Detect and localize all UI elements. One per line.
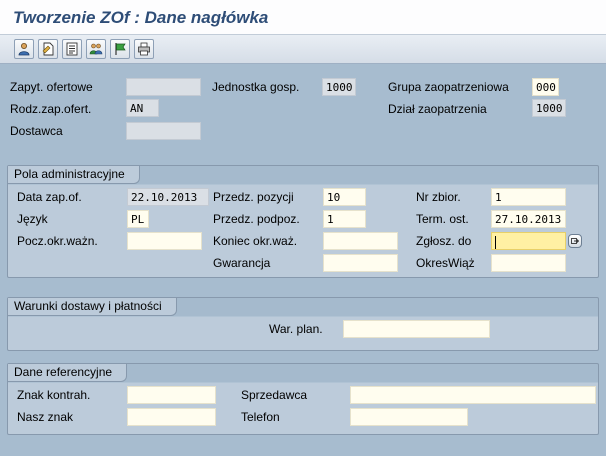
phone-label: Telefon: [241, 410, 280, 424]
validity-start-label: Pocz.okr.ważn.: [17, 234, 98, 248]
rfq-type-label: Rodz.zap.ofert.: [10, 102, 92, 116]
our-ref-label: Nasz znak: [17, 410, 74, 424]
application-toolbar: [0, 35, 606, 64]
title-bar: Tworzenie ZOf : Dane nagłówka: [0, 0, 606, 35]
validity-start-field[interactable]: [127, 232, 202, 250]
your-ref-label: Znak kontrah.: [17, 388, 91, 402]
apply-by-label: Zgłosz. do: [416, 234, 472, 248]
delivery-terms-group: Warunki dostawy i płatności War. plan.: [7, 297, 599, 351]
warranty-field[interactable]: [323, 254, 398, 272]
main-content: Zapyt. ofertowe Rodz.zap.ofert. AN Dosta…: [0, 64, 606, 456]
purch-group-field[interactable]: 000: [532, 78, 559, 96]
person-button[interactable]: [14, 39, 34, 59]
purch-org-label: Dział zaopatrzenia: [388, 102, 487, 116]
admin-fields-group: Pola administracyjne Data zap.of. 22.10.…: [7, 165, 599, 278]
item-interval-field[interactable]: 10: [323, 188, 366, 206]
rfq-date-field[interactable]: 22.10.2013: [127, 188, 209, 206]
rfq-type-field[interactable]: AN: [126, 99, 159, 117]
text-button[interactable]: [62, 39, 82, 59]
validity-end-field[interactable]: [323, 232, 398, 250]
document-button[interactable]: [38, 39, 58, 59]
reference-data-title: Dane referencyjne: [8, 364, 128, 382]
print-button[interactable]: [134, 39, 154, 59]
item-interval-label: Przedz. pozycji: [213, 190, 294, 204]
validity-end-label: Koniec okr.waż.: [213, 234, 298, 248]
binding-period-field[interactable]: [491, 254, 566, 272]
purch-org-field[interactable]: 1000: [532, 99, 566, 117]
delivery-terms-title: Warunki dostawy i płatności: [8, 298, 177, 316]
subitem-interval-field[interactable]: 1: [323, 210, 366, 228]
rfq-field[interactable]: [126, 78, 201, 96]
planned-terms-field[interactable]: [343, 320, 490, 338]
subitem-interval-label: Przedz. podpoz.: [213, 212, 300, 226]
language-field[interactable]: PL: [127, 210, 149, 228]
apply-by-value-help-button[interactable]: [568, 234, 582, 248]
phone-field[interactable]: [350, 408, 468, 426]
partner-button[interactable]: [86, 39, 106, 59]
company-code-label: Jednostka gosp.: [212, 80, 300, 94]
rfq-label: Zapyt. ofertowe: [10, 80, 93, 94]
apply-by-field[interactable]: [491, 232, 566, 250]
flag-button[interactable]: [110, 39, 130, 59]
language-label: Język: [17, 212, 48, 226]
vendor-field[interactable]: [126, 122, 201, 140]
salesperson-field[interactable]: [350, 386, 596, 404]
coll-no-label: Nr zbior.: [416, 190, 461, 204]
warranty-label: Gwarancja: [213, 256, 271, 270]
your-ref-field[interactable]: [127, 386, 216, 404]
vendor-label: Dostawca: [10, 124, 63, 138]
deadline-label: Term. ost.: [416, 212, 469, 226]
coll-no-field[interactable]: 1: [491, 188, 566, 206]
company-code-field[interactable]: 1000: [322, 78, 356, 96]
rfq-date-label: Data zap.of.: [17, 190, 82, 204]
reference-data-group: Dane referencyjne Znak kontrah. Nasz zna…: [7, 363, 599, 435]
deadline-field[interactable]: 27.10.2013: [491, 210, 566, 228]
salesperson-label: Sprzedawca: [241, 388, 308, 402]
admin-fields-title: Pola administracyjne: [8, 166, 140, 184]
our-ref-field[interactable]: [127, 408, 216, 426]
window-title: Tworzenie ZOf : Dane nagłówka: [13, 8, 269, 27]
binding-period-label: OkresWiąż: [416, 256, 475, 270]
purch-group-label: Grupa zaopatrzeniowa: [388, 80, 509, 94]
planned-terms-label: War. plan.: [269, 322, 323, 336]
text-cursor: [495, 235, 496, 249]
